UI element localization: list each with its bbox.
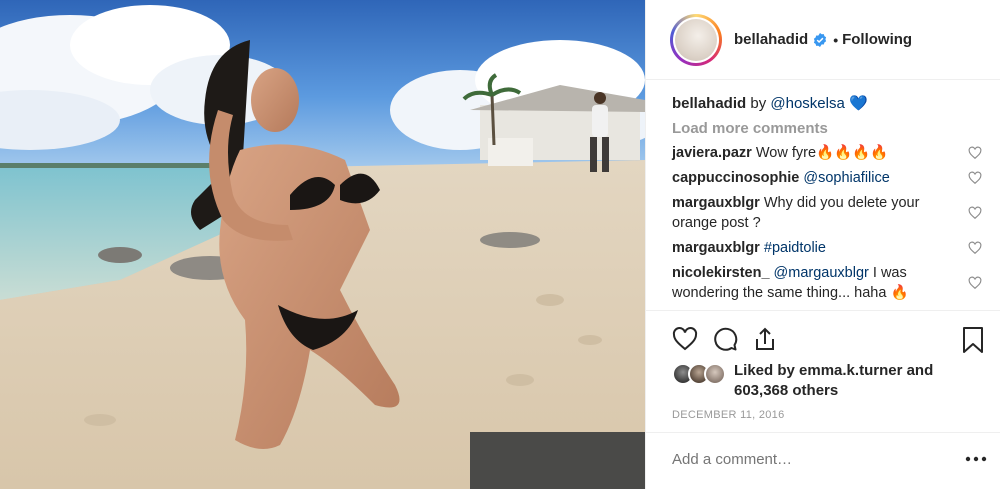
comment-username[interactable]: cappuccinosophie xyxy=(672,170,799,186)
bookmark-save-icon[interactable] xyxy=(960,326,986,354)
comment-username[interactable]: javiera.pazr xyxy=(672,145,752,161)
comment-like-heart-icon[interactable] xyxy=(968,276,982,290)
likes-count-others[interactable]: 603,368 others xyxy=(734,382,838,399)
actions-divider xyxy=(646,310,1000,311)
caption-emoji: 💙 xyxy=(848,95,868,112)
caption-mention[interactable]: @hoskelsa xyxy=(770,95,844,112)
header-separator: • xyxy=(833,31,839,48)
comment-mention[interactable]: @sophiafilice xyxy=(803,170,889,186)
avatar xyxy=(704,363,726,385)
liked-by-user[interactable]: emma.k.turner xyxy=(799,362,902,379)
liker-avatars[interactable] xyxy=(672,363,726,385)
comment-like-heart-icon[interactable] xyxy=(968,206,982,220)
comment-like-heart-icon[interactable] xyxy=(968,146,982,160)
comment-item: margauxblgr #paidtolie xyxy=(672,238,982,258)
more-options-icon[interactable] xyxy=(965,455,987,463)
likes-prefix: Liked by xyxy=(734,362,795,379)
add-comment-input[interactable] xyxy=(672,451,932,468)
comment-text: Wow fyre🔥🔥🔥🔥 xyxy=(755,145,889,161)
comment-username[interactable]: margauxblgr xyxy=(672,240,760,256)
share-icon[interactable] xyxy=(752,326,778,352)
comment-bubble-icon[interactable] xyxy=(712,326,738,352)
following-button[interactable]: Following xyxy=(842,31,912,48)
likes-text: Liked by emma.k.turner and 603,368 other… xyxy=(734,361,954,401)
caption-prefix: by xyxy=(750,95,767,112)
post-side-panel: bellahadid • Following bellahadid by @ho… xyxy=(645,0,1000,489)
comment-username[interactable]: margauxblgr xyxy=(672,195,760,211)
likes-conjunction: and xyxy=(906,362,934,379)
author-username[interactable]: bellahadid xyxy=(734,31,808,48)
comment-item: cappuccinosophie @sophiafilice xyxy=(672,168,982,188)
comment-list: bellahadid by @hoskelsa 💙 Load more comm… xyxy=(672,94,982,303)
post-date[interactable]: DECEMBER 11, 2016 xyxy=(672,409,785,421)
comment-item: margauxblgr Why did you delete your oran… xyxy=(672,193,982,233)
comment-like-heart-icon[interactable] xyxy=(968,241,982,255)
like-heart-icon[interactable] xyxy=(672,326,698,352)
comment-like-heart-icon[interactable] xyxy=(968,171,982,185)
add-comment-bar xyxy=(646,432,1000,489)
post-photo[interactable] xyxy=(0,0,645,489)
comment-mention[interactable]: @margauxblgr xyxy=(774,265,869,281)
comment-hashtag[interactable]: #paidtolie xyxy=(764,240,826,256)
caption: bellahadid by @hoskelsa 💙 xyxy=(672,94,982,114)
author-avatar[interactable] xyxy=(670,13,722,66)
comment-item: javiera.pazr Wow fyre🔥🔥🔥🔥 xyxy=(672,143,982,163)
comment-username[interactable]: nicolekirsten_ xyxy=(672,265,770,281)
load-more-comments-button[interactable]: Load more comments xyxy=(672,120,982,137)
comment-item: nicolekirsten_ @margauxblgr I was wonder… xyxy=(672,263,982,303)
post-header: bellahadid • Following xyxy=(646,0,1000,80)
likes-summary: Liked by emma.k.turner and 603,368 other… xyxy=(672,361,954,401)
caption-username[interactable]: bellahadid xyxy=(672,95,746,112)
verified-badge-icon xyxy=(814,32,827,47)
beach-photo xyxy=(0,0,645,489)
post-actions xyxy=(672,326,778,352)
